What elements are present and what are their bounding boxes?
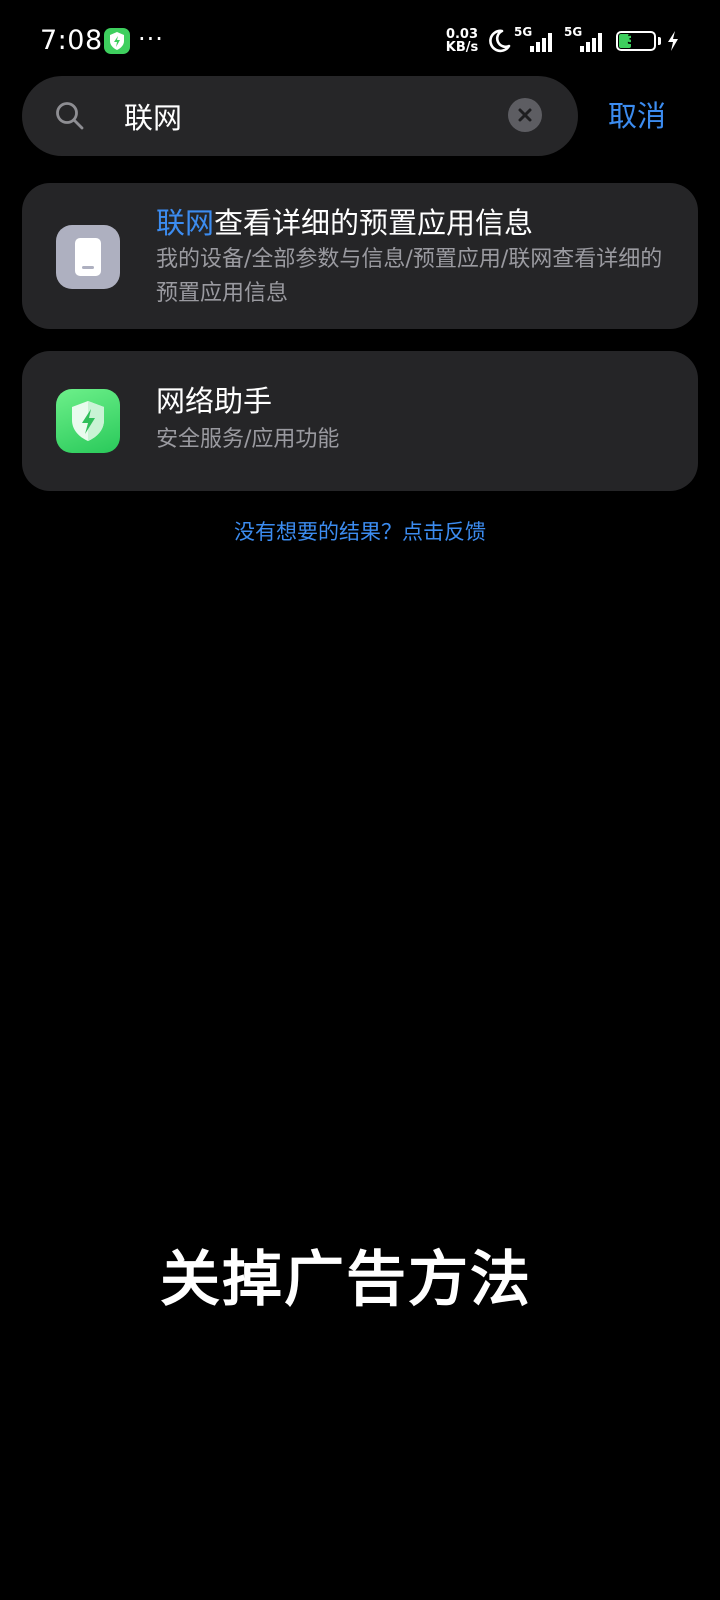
- cancel-button[interactable]: 取消: [608, 96, 666, 136]
- battery-icon: 38: [616, 31, 656, 51]
- signal-icon: 5G: [564, 26, 610, 54]
- overlay-caption: 关掉广告方法: [160, 1245, 532, 1315]
- status-time: 7:08: [40, 25, 103, 56]
- moon-icon: [484, 26, 514, 56]
- network-speed: 0.03 KB/s: [444, 28, 480, 54]
- search-result-item[interactable]: 联网查看详细的预置应用信息 我的设备/全部参数与信息/预置应用/联网查看详细的预…: [22, 183, 698, 329]
- search-input[interactable]: [102, 94, 524, 138]
- result-title: 网络助手: [156, 381, 272, 421]
- notification-overflow-icon: ···: [138, 25, 164, 53]
- device-icon: [56, 225, 120, 289]
- result-title-highlight: 联网: [156, 206, 215, 240]
- result-path: 我的设备/全部参数与信息/预置应用/联网查看详细的预置应用信息: [156, 247, 663, 306]
- battery-level: 38: [626, 33, 646, 48]
- search-result-item[interactable]: 网络助手 安全服务/应用功能: [22, 351, 698, 491]
- signal-icon: 5G: [514, 26, 560, 54]
- charging-icon: [666, 30, 680, 52]
- search-bar[interactable]: [22, 76, 578, 156]
- result-title-rest: 查看详细的预置应用信息: [214, 206, 534, 240]
- network-speed-unit: KB/s: [445, 40, 479, 55]
- result-title: 联网查看详细的预置应用信息: [156, 203, 533, 243]
- security-app-icon: [104, 28, 130, 54]
- close-icon: [518, 108, 532, 122]
- result-title-rest: 网络助手: [156, 384, 273, 418]
- battery-cap: [658, 37, 661, 45]
- search-icon: [54, 100, 86, 132]
- result-path: 安全服务/应用功能: [156, 427, 340, 452]
- shield-bolt-icon: [56, 389, 120, 453]
- status-bar: 7:08 ··· 0.03 KB/s 5G 5G 38: [0, 0, 720, 84]
- feedback-link[interactable]: 没有想要的结果？点击反馈: [0, 516, 720, 548]
- clear-search-button[interactable]: [508, 98, 542, 132]
